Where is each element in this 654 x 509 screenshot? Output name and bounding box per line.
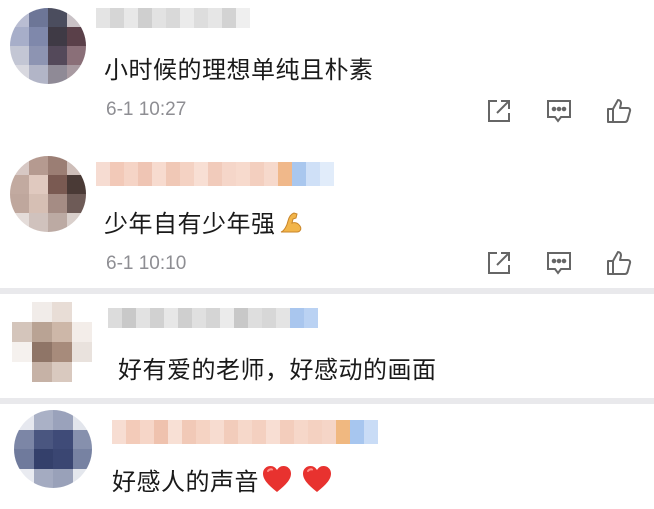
comment-text: 小时候的理想单纯且朴素 [104, 56, 374, 84]
username-blurred[interactable] [96, 8, 250, 28]
avatar[interactable] [10, 156, 86, 232]
comment-text: 好感人的声音 [112, 462, 333, 500]
comment-text-content: 好感人的声音 [112, 468, 259, 496]
red-heart-icon [261, 464, 293, 500]
comment-card: 少年自有少年强 6-1 10:10 [0, 146, 654, 288]
username-blurred[interactable] [108, 308, 318, 328]
comment-card: 好感人的声音 [0, 404, 654, 509]
thumbs-up-icon[interactable] [604, 248, 634, 278]
comment-card: 好有爱的老师，好感动的画面 [0, 294, 654, 398]
comment-timestamp: 6-1 10:27 [106, 99, 187, 120]
share-icon[interactable] [484, 248, 514, 278]
comment-text: 好有爱的老师，好感动的画面 [118, 356, 437, 384]
comment-card: 小时候的理想单纯且朴素 6-1 10:27 [0, 0, 654, 146]
avatar[interactable] [10, 8, 86, 84]
comment-text-content: 少年自有少年强 [104, 210, 276, 238]
share-icon[interactable] [484, 96, 514, 126]
avatar[interactable] [14, 410, 92, 488]
thumbs-up-icon[interactable] [604, 96, 634, 126]
comment-timestamp: 6-1 10:10 [106, 253, 187, 274]
username-blurred[interactable] [112, 420, 378, 444]
flexed-biceps-icon [278, 210, 306, 242]
comment-icon[interactable] [544, 248, 574, 278]
avatar[interactable] [12, 302, 92, 382]
username-blurred[interactable] [96, 162, 334, 186]
red-heart-icon [301, 464, 333, 500]
comment-text: 少年自有少年强 [104, 204, 306, 242]
comment-icon[interactable] [544, 96, 574, 126]
